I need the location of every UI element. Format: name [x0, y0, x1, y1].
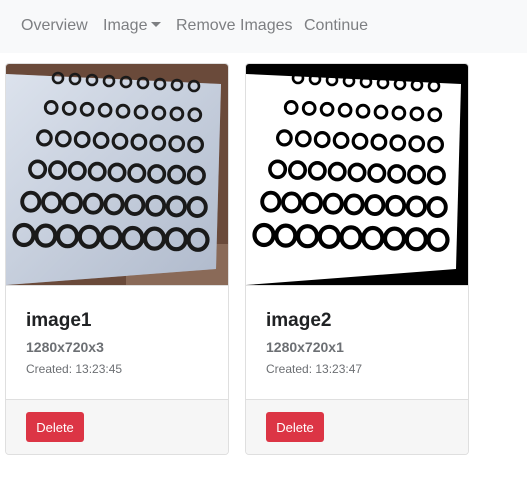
- navbar: Overview Image Remove Images Continue: [0, 0, 527, 53]
- card-title: image1: [26, 310, 92, 331]
- image-thumbnail: [6, 64, 228, 285]
- nav-image-label: Image: [103, 17, 148, 34]
- image-thumbnail: [246, 64, 468, 285]
- image-card: image1 1280x720x3 Created: 13:23:45 Dele…: [5, 63, 229, 455]
- delete-button[interactable]: Delete: [26, 412, 84, 442]
- card-resolution: 1280x720x3: [26, 339, 104, 355]
- card-created-time: Created: 13:23:47: [266, 362, 363, 376]
- card-footer: Delete: [246, 399, 468, 454]
- nav-remove-images[interactable]: Remove Images: [176, 17, 293, 35]
- card-body: image2 1280x720x1 Created: 13:23:47: [246, 285, 468, 399]
- card-body: image1 1280x720x3 Created: 13:23:45: [6, 285, 228, 399]
- nav-image-dropdown[interactable]: Image: [103, 17, 162, 35]
- card-created-time: Created: 13:23:45: [26, 362, 123, 376]
- caret-down-icon: [151, 22, 162, 27]
- calibration-image: [6, 64, 228, 285]
- delete-button[interactable]: Delete: [266, 412, 324, 442]
- card-title: image2: [266, 310, 332, 331]
- card-resolution: 1280x720x1: [266, 339, 344, 355]
- nav-continue[interactable]: Continue: [304, 17, 368, 35]
- image-card: image2 1280x720x1 Created: 13:23:47 Dele…: [245, 63, 469, 455]
- calibration-image: [246, 64, 468, 285]
- card-footer: Delete: [6, 399, 228, 454]
- nav-overview[interactable]: Overview: [21, 17, 88, 35]
